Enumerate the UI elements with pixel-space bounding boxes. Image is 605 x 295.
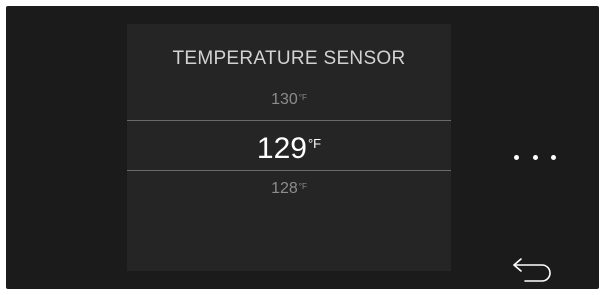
temperature-value: 130	[271, 91, 298, 108]
temperature-unit: °F	[307, 136, 322, 151]
more-horizontal-icon	[551, 154, 556, 160]
temperature-sensor-panel: TEMPERATURE SENSOR 130°F 129°F 128°F	[127, 24, 451, 271]
temperature-option-previous[interactable]: 130°F	[127, 91, 451, 109]
more-horizontal-icon	[532, 154, 538, 160]
panel-title: TEMPERATURE SENSOR	[172, 48, 406, 69]
more-options-button[interactable]	[514, 146, 556, 168]
selection-divider-top	[127, 120, 451, 121]
temperature-value: 129	[256, 132, 307, 165]
back-arrow-icon	[513, 258, 551, 282]
temperature-unit: °F	[298, 182, 307, 191]
more-horizontal-icon	[514, 154, 519, 160]
back-button[interactable]	[511, 253, 555, 283]
temperature-option-selected[interactable]: 129°F	[127, 132, 451, 166]
temperature-unit: °F	[298, 93, 307, 102]
device-screen: TEMPERATURE SENSOR 130°F 129°F 128°F	[6, 6, 599, 289]
selection-divider-bottom	[127, 170, 451, 171]
temperature-option-next[interactable]: 128°F	[127, 180, 451, 198]
temperature-value: 128	[271, 180, 298, 197]
